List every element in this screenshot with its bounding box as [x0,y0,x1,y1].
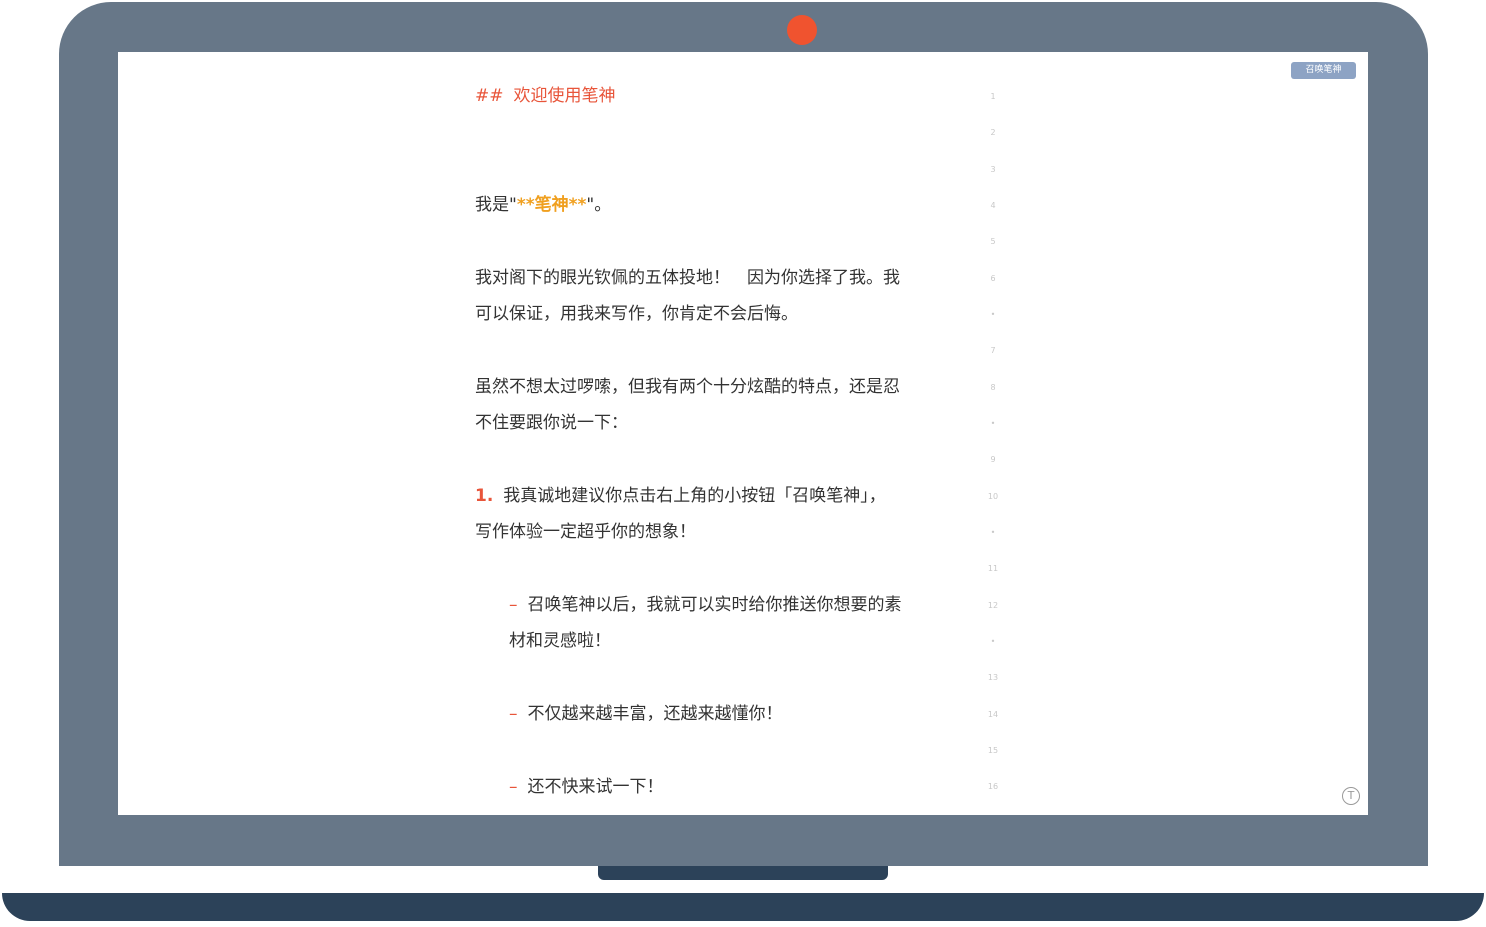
line-number: 9 [990,455,996,464]
bullet-item[interactable]: – 还不快来试一下！ [509,769,989,805]
heading-line[interactable]: ## 欢迎使用笔神 [475,78,955,114]
line-number: 14 [987,710,999,719]
line-number: 5 [990,237,996,246]
bullet-item[interactable]: – 召唤笔神以后，我就可以实时给你推送你想要的素 [509,587,989,623]
laptop-base [2,893,1484,921]
heading-text: 欢迎使用笔神 [513,86,616,106]
list-item-continuation[interactable]: 写作体验一定超乎你的想象！ [475,514,955,550]
list-item-text: 我真诚地建议你点击右上角的小按钮「召唤笔神」， [503,486,886,506]
bold-markup-text: **笔神** [516,195,587,215]
intro-prefix: 我是" [475,195,517,215]
line-number: 10 [987,492,999,501]
bullet-marker: – [509,704,518,724]
list-item-1[interactable]: 1. 我真诚地建议你点击右上角的小按钮「召唤笔神」， [475,478,955,514]
line-number-wrap: • [990,419,996,428]
webcam-dot [787,15,817,45]
paragraph-intro[interactable]: 我是"**笔神**"。 [475,187,955,223]
line-number-wrap: • [990,310,996,319]
paragraph-line[interactable]: 我对阁下的眼光钦佩的五体投地！ 因为你选择了我。我 [475,260,955,296]
intro-suffix: "。 [586,195,612,215]
line-number: 13 [987,673,999,682]
line-number-wrap: • [990,528,996,537]
laptop-hinge [598,866,888,880]
line-number: 6 [990,274,996,283]
line-number: 4 [990,201,996,210]
bullet-continuation[interactable]: 材和灵感啦！ [509,623,989,659]
editor-screen: 召唤笔神 ## 欢迎使用笔神 我是"**笔神**"。 我对阁下的眼光钦佩的五体投地… [118,52,1368,815]
typewriter-mode-icon[interactable]: T [1342,787,1360,805]
line-number: 7 [990,346,996,355]
heading-marker: ## [475,86,504,106]
bullet-text: 召唤笔神以后，我就可以实时给你推送你想要的素 [527,595,902,615]
line-number: 2 [990,128,996,137]
paragraph-line[interactable]: 可以保证，用我来写作，你肯定不会后悔。 [475,296,955,332]
bullet-text: 还不快来试一下！ [527,777,664,797]
bullet-marker: – [509,595,518,615]
ordered-list-marker: 1. [475,486,494,506]
line-number-wrap: • [990,637,996,646]
bullet-item[interactable]: – 不仅越来越丰富，还越来越懂你！ [509,696,989,732]
bullet-text: 不仅越来越丰富，还越来越懂你！ [527,704,783,724]
line-number: 12 [987,601,999,610]
line-number: 11 [987,564,999,573]
line-number: 15 [987,746,999,755]
line-number: 8 [990,383,996,392]
paragraph-line[interactable]: 虽然不想太过啰嗦，但我有两个十分炫酷的特点，还是忍 [475,369,955,405]
line-number: 3 [990,165,996,174]
bullet-marker: – [509,777,518,797]
line-number: 16 [987,782,999,791]
line-number: 1 [990,92,996,101]
summon-bishen-button[interactable]: 召唤笔神 [1291,62,1356,79]
paragraph-line[interactable]: 不住要跟你说一下： [475,405,955,441]
